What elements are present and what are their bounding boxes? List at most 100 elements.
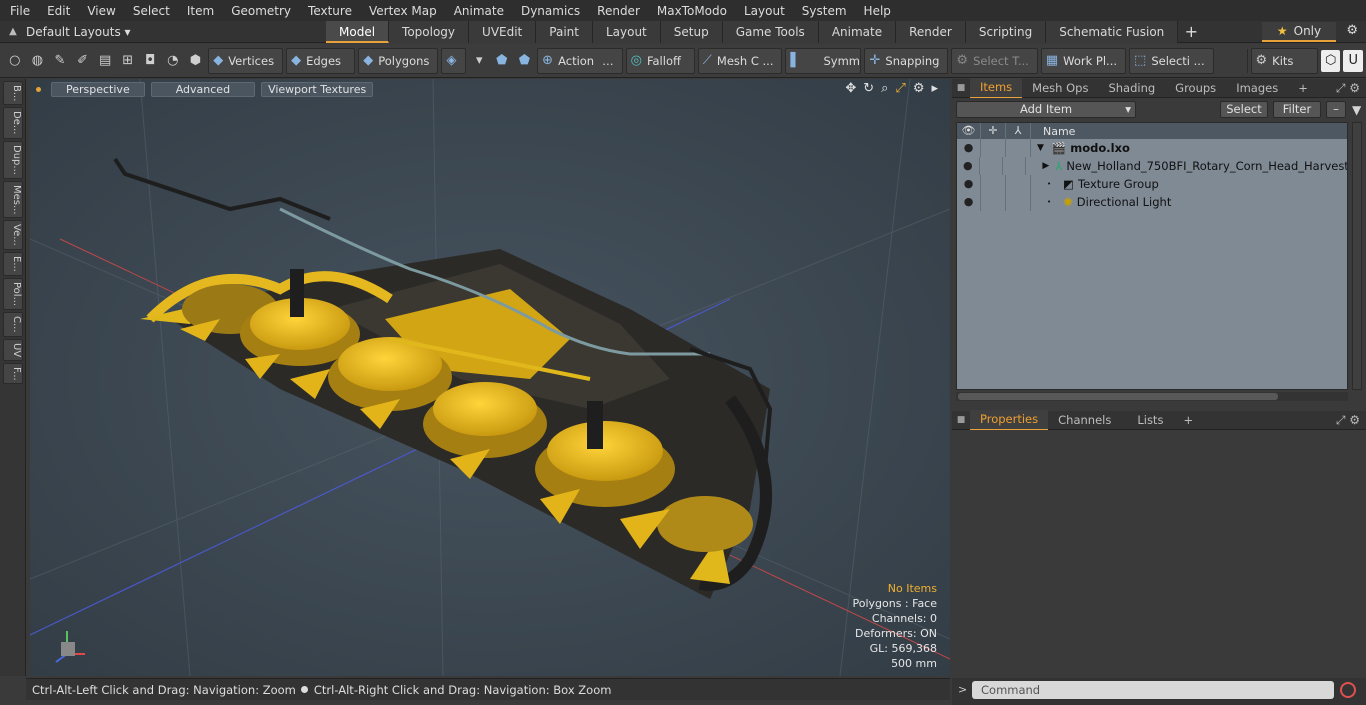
- visibility-eye-icon[interactable]: ●: [957, 193, 981, 211]
- left-tab-fusion[interactable]: F...: [3, 362, 23, 385]
- left-tab-vertex[interactable]: Ve...: [3, 220, 23, 251]
- gear-icon[interactable]: ⚙: [1346, 23, 1358, 38]
- symmetry-shield-alt-icon[interactable]: ⬟: [515, 50, 535, 72]
- polygons-button[interactable]: ◆ Polygons: [358, 47, 439, 74]
- add-panel-tab-icon[interactable]: +: [1288, 79, 1318, 98]
- zoom-icon[interactable]: ⌕: [881, 81, 888, 96]
- tab-model[interactable]: Model: [326, 20, 390, 43]
- left-tab-deform[interactable]: De...: [3, 107, 23, 139]
- panel-menu-dot[interactable]: ■: [952, 83, 970, 93]
- tab-render[interactable]: Render: [896, 20, 966, 43]
- panel-menu-dot[interactable]: ■: [952, 415, 970, 425]
- expand-arrow-icon[interactable]: ▼: [1037, 143, 1044, 153]
- menu-select[interactable]: Select: [123, 4, 177, 18]
- unity-icon[interactable]: ⬡: [1320, 49, 1341, 72]
- type-column-icon[interactable]: ⅄: [1006, 123, 1031, 139]
- select-through-button[interactable]: ⚙ Select T...: [951, 47, 1038, 74]
- snap-box-icon[interactable]: ◘: [140, 50, 160, 72]
- tree-row-mesh[interactable]: ● ▶ ⅄ New_Holland_750BFI_Rotary_Corn_Hea…: [957, 157, 1347, 175]
- left-tab-basic[interactable]: B...: [3, 81, 23, 106]
- orbit-icon[interactable]: ↻: [863, 81, 874, 96]
- collapse-all-button[interactable]: –: [1326, 101, 1346, 118]
- viewport-settings-icon[interactable]: ⚙: [913, 81, 925, 96]
- visibility-eye-icon[interactable]: ●: [957, 157, 980, 175]
- rotate-icon[interactable]: ◔: [163, 50, 183, 72]
- align-icon[interactable]: ▤: [95, 50, 115, 72]
- selection-sets-button[interactable]: ⬚ Selecti ...: [1129, 47, 1214, 74]
- advanced-dropdown[interactable]: Advanced: [150, 81, 256, 97]
- tab-layout[interactable]: Layout: [592, 20, 661, 43]
- menu-vertex-map[interactable]: Vertex Map: [359, 4, 444, 18]
- kits-button[interactable]: ⚙ Kits: [1250, 47, 1318, 74]
- menu-maxtomodo[interactable]: MaxToModo: [647, 4, 734, 18]
- left-tab-edge[interactable]: E...: [3, 252, 23, 276]
- work-plane-button[interactable]: ▦ Work Pl...: [1040, 47, 1127, 74]
- material-button[interactable]: ◈: [441, 47, 467, 74]
- tree-row-scene[interactable]: ● ▼ 🎬 modo.lxo: [957, 139, 1347, 157]
- falloff-button[interactable]: ◎ Falloff: [625, 47, 695, 74]
- visibility-column-icon[interactable]: 👁: [957, 123, 981, 139]
- tree-row-texture-group[interactable]: ● • ◩ Texture Group: [957, 175, 1347, 193]
- menu-item[interactable]: Item: [177, 4, 221, 18]
- items-vertical-scrollbar[interactable]: [1352, 122, 1362, 390]
- tab-mesh-ops[interactable]: Mesh Ops: [1022, 79, 1098, 98]
- menu-system[interactable]: System: [792, 4, 854, 18]
- tab-animate[interactable]: Animate: [818, 20, 897, 43]
- tab-properties[interactable]: Properties: [970, 409, 1049, 431]
- tab-lists[interactable]: Lists: [1127, 411, 1173, 430]
- left-tab-uv[interactable]: UV: [3, 338, 23, 361]
- item-mode-icon[interactable]: ⬢: [186, 50, 206, 72]
- center-icon[interactable]: ⊞: [118, 50, 138, 72]
- left-tab-curve[interactable]: C...: [3, 311, 23, 337]
- vertices-button[interactable]: ◆ Vertices: [208, 47, 284, 74]
- menu-geometry[interactable]: Geometry: [221, 4, 298, 18]
- left-tab-duplicate[interactable]: Dup...: [3, 140, 23, 179]
- circle-select-icon[interactable]: ○: [5, 50, 25, 72]
- command-input[interactable]: Command: [972, 681, 1334, 699]
- menu-file[interactable]: File: [0, 4, 37, 18]
- tab-paint[interactable]: Paint: [536, 20, 593, 43]
- perspective-dropdown[interactable]: Perspective: [51, 81, 145, 97]
- tab-images[interactable]: Images: [1226, 79, 1288, 98]
- snapping-button[interactable]: ✛ Snapping: [864, 47, 949, 74]
- tab-items[interactable]: Items: [970, 77, 1023, 99]
- globe-icon[interactable]: ◍: [28, 50, 48, 72]
- mesh-constraints-button[interactable]: ⟋ Mesh C ...: [697, 47, 783, 74]
- pen-icon[interactable]: ✎: [50, 50, 70, 72]
- record-macro-icon[interactable]: [1340, 682, 1356, 698]
- left-tab-mesh[interactable]: Mes...: [3, 180, 23, 219]
- lock-column-icon[interactable]: ✛: [981, 123, 1006, 139]
- viewport-menu-dot[interactable]: [36, 86, 41, 92]
- tab-uvedit[interactable]: UVEdit: [469, 20, 537, 43]
- viewport-expand-icon[interactable]: ▸: [931, 81, 938, 96]
- filter-funnel-icon[interactable]: ▼: [1352, 103, 1361, 117]
- tab-schematic-fusion[interactable]: Schematic Fusion: [1046, 20, 1179, 43]
- menu-animate[interactable]: Animate: [444, 4, 511, 18]
- pan-icon[interactable]: ✥: [845, 81, 856, 96]
- panel-expand-gear-icon[interactable]: ⤢ ⚙: [1336, 81, 1360, 96]
- tab-channels[interactable]: Channels: [1048, 411, 1121, 430]
- dropdown-arrow-icon[interactable]: ▾: [469, 50, 489, 72]
- name-column-header[interactable]: Name: [1031, 125, 1075, 138]
- visibility-eye-icon[interactable]: ●: [957, 139, 981, 157]
- tab-topology[interactable]: Topology: [389, 20, 470, 43]
- brush-icon[interactable]: ✐: [73, 50, 93, 72]
- 3d-viewport[interactable]: Perspective Advanced Viewport Textures ✥…: [30, 79, 950, 676]
- add-item-button[interactable]: Add Item ▾: [956, 101, 1136, 118]
- tab-shading[interactable]: Shading: [1098, 79, 1165, 98]
- panel-expand-gear-icon[interactable]: ⤢ ⚙: [1336, 413, 1360, 428]
- left-tab-polygon[interactable]: Pol...: [3, 277, 23, 310]
- edges-button[interactable]: ◆ Edges: [286, 47, 356, 74]
- menu-layout[interactable]: Layout: [734, 4, 792, 18]
- items-horizontal-scrollbar[interactable]: [956, 392, 1348, 401]
- menu-edit[interactable]: Edit: [37, 4, 77, 18]
- viewport-textures-dropdown[interactable]: Viewport Textures: [261, 81, 374, 97]
- expand-arrow-icon[interactable]: ▶: [1042, 161, 1049, 171]
- unreal-icon[interactable]: U: [1343, 49, 1364, 72]
- tab-groups[interactable]: Groups: [1165, 79, 1226, 98]
- scrollbar-thumb[interactable]: [958, 393, 1278, 400]
- only-button[interactable]: ★ Only: [1262, 22, 1336, 42]
- symmetry-shield-icon[interactable]: ⬟: [492, 50, 512, 72]
- menu-view[interactable]: View: [77, 4, 122, 18]
- add-panel-tab-icon[interactable]: +: [1173, 411, 1203, 430]
